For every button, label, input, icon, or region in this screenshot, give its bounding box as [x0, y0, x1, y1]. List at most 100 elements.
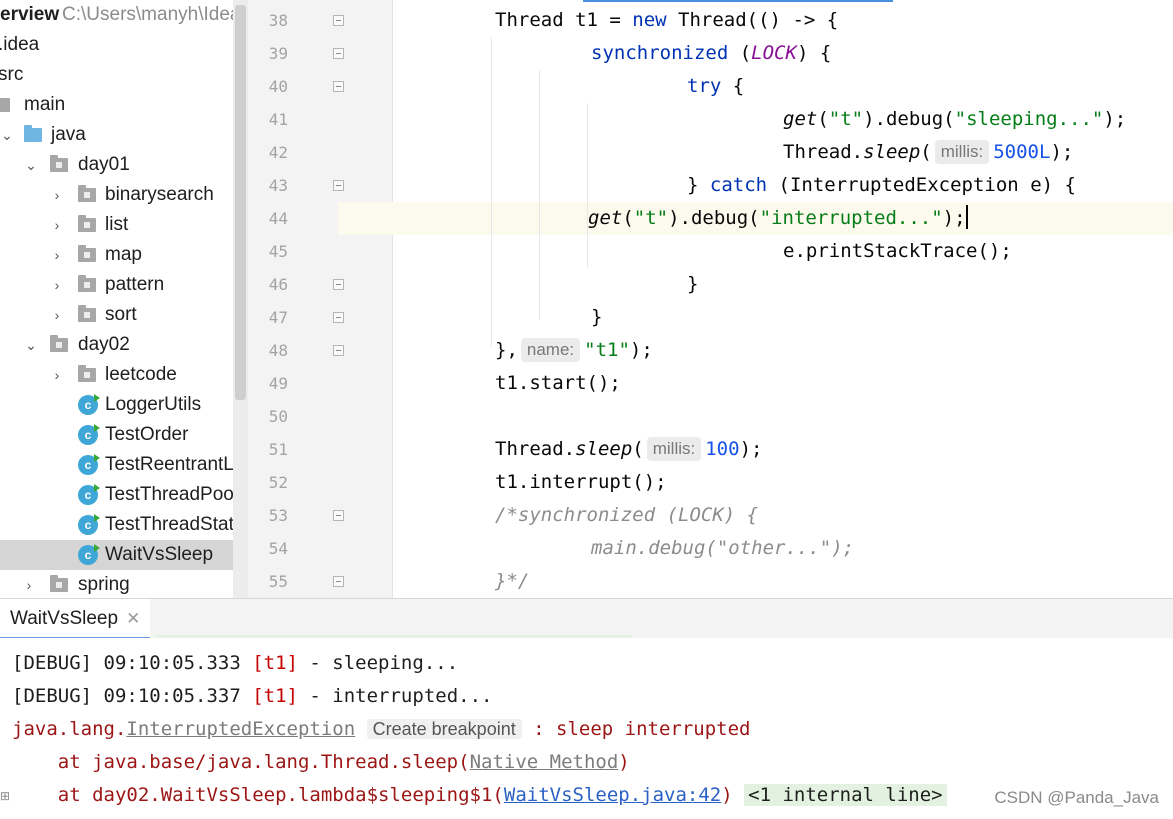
- tree-item[interactable]: main: [0, 90, 233, 120]
- line-number: 50: [268, 407, 288, 426]
- code-line-53[interactable]: /*synchronized (LOCK) {: [393, 499, 758, 532]
- fold-marker-icon[interactable]: [333, 312, 344, 323]
- code-line-52[interactable]: t1.interrupt();: [393, 466, 667, 499]
- line-number: 47: [268, 308, 288, 327]
- chevron-right-icon[interactable]: ›: [50, 300, 64, 330]
- project-path: C:\Users\manyh\IdeaP: [62, 4, 248, 25]
- tree-item[interactable]: › leetcode: [0, 360, 233, 390]
- line-number: 41: [268, 110, 288, 129]
- chevron-right-icon[interactable]: ›: [22, 570, 36, 598]
- package-icon: [78, 275, 96, 292]
- param-hint-millis: millis:: [646, 437, 702, 461]
- code-line-44[interactable]: get("t").debug("interrupted...");: [338, 202, 1173, 235]
- stacktrace-line: at day02.WaitVsSleep.lambda$sleeping$1(W…: [12, 779, 947, 812]
- fold-marker-icon[interactable]: [333, 510, 344, 521]
- package-icon: [78, 305, 96, 322]
- tree-scrollbar-thumb[interactable]: [235, 5, 246, 400]
- java-class-icon: c: [78, 514, 100, 535]
- line-number: 38: [268, 11, 288, 30]
- code-line-47[interactable]: }: [441, 301, 602, 334]
- line-number: 48: [268, 341, 288, 360]
- stacktrace-line: at java.base/java.lang.Thread.sleep(Nati…: [12, 751, 630, 773]
- tree-item[interactable]: c TestReentrantLo: [0, 450, 244, 480]
- tree-item[interactable]: › list: [0, 210, 233, 240]
- tree-item[interactable]: › map: [0, 240, 233, 270]
- fold-marker-icon[interactable]: [333, 15, 344, 26]
- code-line-38[interactable]: Thread t1 = new Thread(() -> {: [393, 4, 838, 37]
- chevron-right-icon[interactable]: ›: [50, 180, 64, 210]
- code-line-43[interactable]: } catch (InterruptedException e) {: [489, 169, 1076, 202]
- code-line-42[interactable]: Thread.sleep(millis: 5000L);: [537, 136, 1073, 169]
- tree-item[interactable]: › pattern: [0, 270, 233, 300]
- code-line-51[interactable]: Thread.sleep(millis: 100);: [393, 433, 762, 466]
- code-line-48[interactable]: }, name: "t1");: [393, 334, 653, 367]
- tree-item[interactable]: c TestThreadState: [0, 510, 244, 540]
- code-line-49[interactable]: t1.start();: [393, 367, 621, 400]
- tree-item[interactable]: › binarysearch: [0, 180, 233, 210]
- tree-item[interactable]: src: [0, 60, 233, 90]
- chevron-down-icon[interactable]: ⌄: [24, 330, 38, 360]
- package-icon: [78, 245, 96, 262]
- tree-item-label: TestThreadState: [105, 514, 245, 535]
- line-number: 53: [268, 506, 288, 525]
- line-number: 46: [268, 275, 288, 294]
- tree-item[interactable]: c TestThreadPoolE: [0, 480, 248, 510]
- code-line-54[interactable]: main.debug("other...");: [441, 532, 854, 565]
- code-line-39[interactable]: synchronized (LOCK) {: [441, 37, 831, 70]
- fold-marker-icon[interactable]: [333, 345, 344, 356]
- code-editor[interactable]: 38 39 40 41 42 43 44 45 46 47 48 49 50 51 52 53 54 55 Thr…: [248, 0, 1173, 598]
- package-icon: [78, 365, 96, 382]
- tree-item[interactable]: c LoggerUtils: [0, 390, 233, 420]
- line-number: 54: [268, 539, 288, 558]
- line-number: 43: [268, 176, 288, 195]
- run-tool-window-tabs: WaitVsSleep ✕: [0, 598, 1173, 640]
- fold-marker-icon[interactable]: [333, 48, 344, 59]
- code-line-55[interactable]: }*/: [393, 565, 529, 598]
- code-line-46[interactable]: }: [489, 268, 698, 301]
- exception-class-link[interactable]: InterruptedException: [126, 718, 355, 740]
- chevron-down-icon[interactable]: ⌄: [24, 150, 38, 180]
- close-icon[interactable]: ✕: [126, 609, 140, 628]
- tree-item[interactable]: c WaitVsSleep: [0, 540, 248, 570]
- tree-item-label: TestReentrantLo: [105, 454, 245, 475]
- code-line-45[interactable]: e.printStackTrace();: [537, 235, 1012, 268]
- code-line-41[interactable]: get("t").debug("sleeping...");: [537, 103, 1126, 136]
- tree-item-label: src: [0, 64, 24, 85]
- tree-item-label: map: [105, 244, 142, 265]
- tree-item[interactable]: ⌄ day02: [0, 330, 233, 360]
- tree-item[interactable]: c TestOrder: [0, 420, 233, 450]
- java-class-icon: c: [78, 454, 100, 475]
- console-line: [DEBUG] 09:10:05.337 [t1] - interrupted.…: [12, 685, 493, 707]
- line-number: 39: [268, 44, 288, 63]
- fold-marker-icon[interactable]: [333, 180, 344, 191]
- source-link[interactable]: WaitVsSleep.java:42: [504, 784, 721, 806]
- tree-item[interactable]: › spring: [0, 570, 233, 598]
- chevron-right-icon[interactable]: ›: [50, 210, 64, 240]
- create-breakpoint-button[interactable]: Create breakpoint: [366, 719, 522, 739]
- tree-scrollbar[interactable]: [233, 0, 248, 598]
- tree-item[interactable]: › sort: [0, 300, 233, 330]
- tree-item[interactable]: ⌄ java: [0, 120, 233, 150]
- internal-lines-fold[interactable]: <1 internal line>: [744, 784, 947, 806]
- fold-marker-icon[interactable]: [333, 81, 344, 92]
- chevron-right-icon[interactable]: ›: [50, 240, 64, 270]
- tree-item[interactable]: ⌄ day01: [0, 150, 233, 180]
- fold-marker-icon[interactable]: [333, 576, 344, 587]
- chevron-down-icon[interactable]: ⌄: [0, 120, 14, 150]
- console-exception-line: java.lang.InterruptedException Create br…: [12, 718, 751, 740]
- tree-item[interactable]: .idea: [0, 30, 233, 60]
- tree-item-label: list: [105, 214, 129, 235]
- tree-item-label: sort: [105, 304, 137, 325]
- fold-marker-icon[interactable]: [333, 279, 344, 290]
- chevron-right-icon[interactable]: ›: [50, 360, 64, 390]
- native-method-link[interactable]: Native Method: [470, 751, 619, 773]
- chevron-right-icon[interactable]: ›: [50, 270, 64, 300]
- folder-icon: [24, 125, 42, 142]
- expand-icon[interactable]: ⊞: [0, 789, 10, 803]
- tab-run-waitvssleep[interactable]: WaitVsSleep ✕: [0, 599, 151, 640]
- tree-item-label: leetcode: [105, 364, 177, 385]
- tree-item-label: binarysearch: [105, 184, 214, 205]
- tree-item-label: TestOrder: [105, 424, 189, 445]
- code-line-40[interactable]: try {: [489, 70, 744, 103]
- tree-item-label: WaitVsSleep: [105, 544, 214, 565]
